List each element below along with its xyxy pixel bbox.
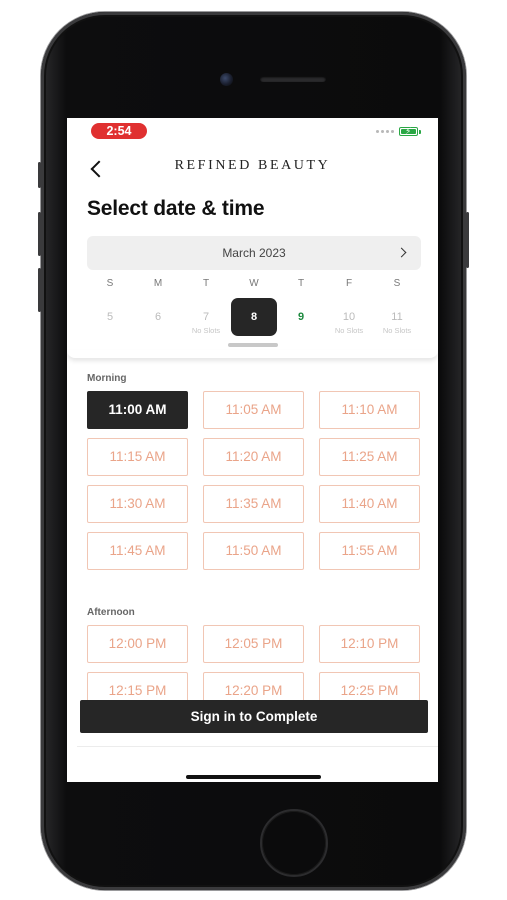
time-slot[interactable]: 12:00 PM: [87, 625, 188, 663]
scroll-indicator: [228, 343, 278, 347]
battery-tip: [419, 130, 421, 134]
month-label: March 2023: [222, 246, 286, 260]
calendar-day-available[interactable]: 9: [278, 298, 324, 336]
time-slot[interactable]: 11:45 AM: [87, 532, 188, 570]
time-slot[interactable]: 11:25 AM: [319, 438, 420, 476]
time-slot[interactable]: 12:10 PM: [319, 625, 420, 663]
day-number: 9: [297, 311, 305, 323]
time-slot[interactable]: 11:40 AM: [319, 485, 420, 523]
time-slot[interactable]: 11:15 AM: [87, 438, 188, 476]
time-slot[interactable]: 12:05 PM: [203, 625, 304, 663]
app-screen: 2:54 ⚡ REFINED BEAUTY Select date & time…: [67, 118, 438, 782]
day-note: No Slots: [334, 326, 364, 335]
status-time: 2:54: [91, 123, 147, 139]
day-note: No Slots: [191, 326, 221, 335]
weekday-letter: S: [393, 278, 401, 289]
time-slot[interactable]: 11:20 AM: [203, 438, 304, 476]
power-button: [466, 212, 469, 268]
volume-up-button: [38, 212, 41, 256]
signal-icon: [376, 130, 394, 133]
month-selector: March 2023: [87, 236, 421, 270]
calendar-day[interactable]: 5: [87, 298, 133, 336]
page-title: Select date & time: [87, 197, 265, 220]
calendar-day-selected[interactable]: 8: [231, 298, 277, 336]
weekday-letter: F: [345, 278, 353, 289]
calendar-day[interactable]: 6: [135, 298, 181, 336]
day-number: 10: [342, 311, 356, 323]
home-indicator: [186, 775, 321, 779]
day-note: No Slots: [382, 326, 412, 335]
side-button: [38, 162, 41, 188]
day-number: 11: [391, 311, 403, 323]
calendar-day[interactable]: 7 No Slots: [183, 298, 229, 336]
calendar-panel-edge: [67, 350, 438, 358]
weekday-letter: S: [106, 278, 114, 289]
day-number: 7: [202, 311, 210, 323]
weekday-letter: M: [153, 278, 163, 289]
time-slot[interactable]: 11:50 AM: [203, 532, 304, 570]
time-slot[interactable]: 11:05 AM: [203, 391, 304, 429]
camera-icon: [220, 73, 233, 86]
day-number: 8: [250, 311, 258, 323]
weekday-letter: W: [249, 278, 259, 289]
morning-section-label: Morning: [87, 373, 127, 384]
sign-in-complete-button[interactable]: Sign in to Complete: [80, 700, 428, 733]
time-slot[interactable]: 11:30 AM: [87, 485, 188, 523]
footer-divider: [77, 746, 438, 747]
time-slot[interactable]: 11:55 AM: [319, 532, 420, 570]
weekday-letter: T: [297, 278, 305, 289]
volume-down-button: [38, 268, 41, 312]
time-slot[interactable]: 11:35 AM: [203, 485, 304, 523]
speaker-grille: [260, 76, 326, 82]
home-button[interactable]: [260, 809, 328, 877]
calendar-day[interactable]: 10 No Slots: [326, 298, 372, 336]
afternoon-section-label: Afternoon: [87, 607, 135, 618]
day-number: 5: [106, 311, 114, 323]
brand-title: REFINED BEAUTY: [174, 158, 331, 173]
calendar-day[interactable]: 11 No Slots: [374, 298, 420, 336]
time-slot[interactable]: 11:10 AM: [319, 391, 420, 429]
battery-icon: ⚡: [399, 126, 418, 136]
weekday-letter: T: [202, 278, 210, 289]
time-slot-selected[interactable]: 11:00 AM: [87, 391, 188, 429]
day-number: 6: [154, 311, 162, 323]
